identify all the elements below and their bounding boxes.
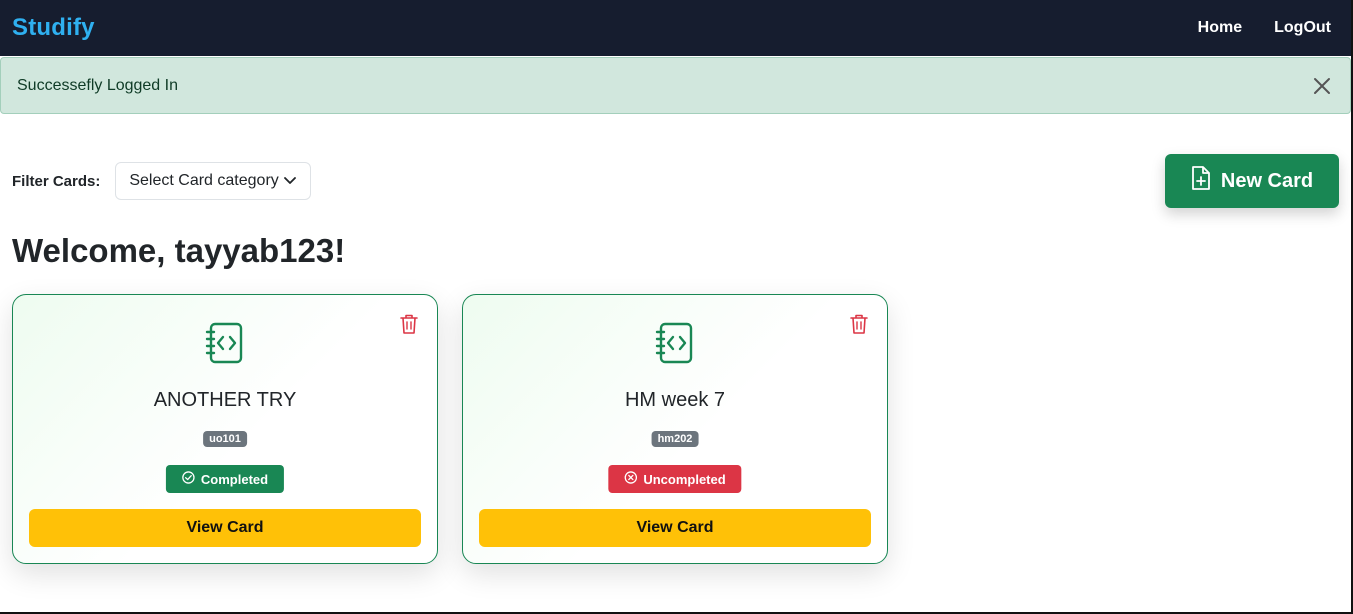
code-notebook-icon — [205, 321, 245, 365]
success-alert: Successefly Logged In — [0, 57, 1351, 114]
welcome-heading: Welcome, tayyab123! — [12, 232, 346, 269]
trash-icon[interactable] — [849, 313, 869, 335]
x-circle-icon — [624, 471, 638, 487]
code-notebook-icon — [655, 321, 695, 365]
category-select[interactable]: Select Card category — [115, 162, 312, 200]
filter-label: Filter Cards: — [12, 172, 101, 190]
brand-logo[interactable]: Studify — [12, 14, 95, 42]
check-circle-icon — [182, 471, 195, 487]
study-card: HM week 7 hm202 Uncompleted View Card — [462, 294, 888, 564]
status-label: Completed — [200, 471, 269, 487]
view-card-button[interactable]: View Card — [29, 509, 421, 547]
new-card-button[interactable]: New Card — [1165, 154, 1339, 208]
course-code-badge: hm202 — [651, 431, 699, 447]
alert-message: Successefly Logged In — [17, 76, 178, 94]
course-code-badge: uo101 — [203, 431, 247, 447]
nav-links: Home LogOut — [1198, 19, 1341, 37]
nav-logout-link[interactable]: LogOut — [1274, 19, 1331, 37]
category-select-value: Select Card category — [129, 172, 279, 189]
status-label: Uncompleted — [643, 471, 726, 487]
status-badge: Completed — [165, 465, 285, 493]
status-badge: Uncompleted — [608, 465, 742, 493]
card-title: HM week 7 — [624, 389, 726, 411]
navbar: Studify Home LogOut — [0, 0, 1353, 56]
study-card: ANOTHER TRY uo101 Completed View Card — [12, 294, 438, 564]
chevron-down-icon — [284, 172, 297, 190]
nav-home-link[interactable]: Home — [1198, 19, 1242, 37]
view-card-button[interactable]: View Card — [479, 509, 871, 547]
file-plus-icon — [1191, 165, 1211, 197]
trash-icon[interactable] — [399, 313, 419, 335]
filter-row: Filter Cards: Select Card category — [12, 162, 312, 200]
new-card-label: New Card — [1220, 169, 1314, 192]
card-title: ANOTHER TRY — [153, 389, 297, 411]
close-icon[interactable] — [1310, 74, 1334, 98]
